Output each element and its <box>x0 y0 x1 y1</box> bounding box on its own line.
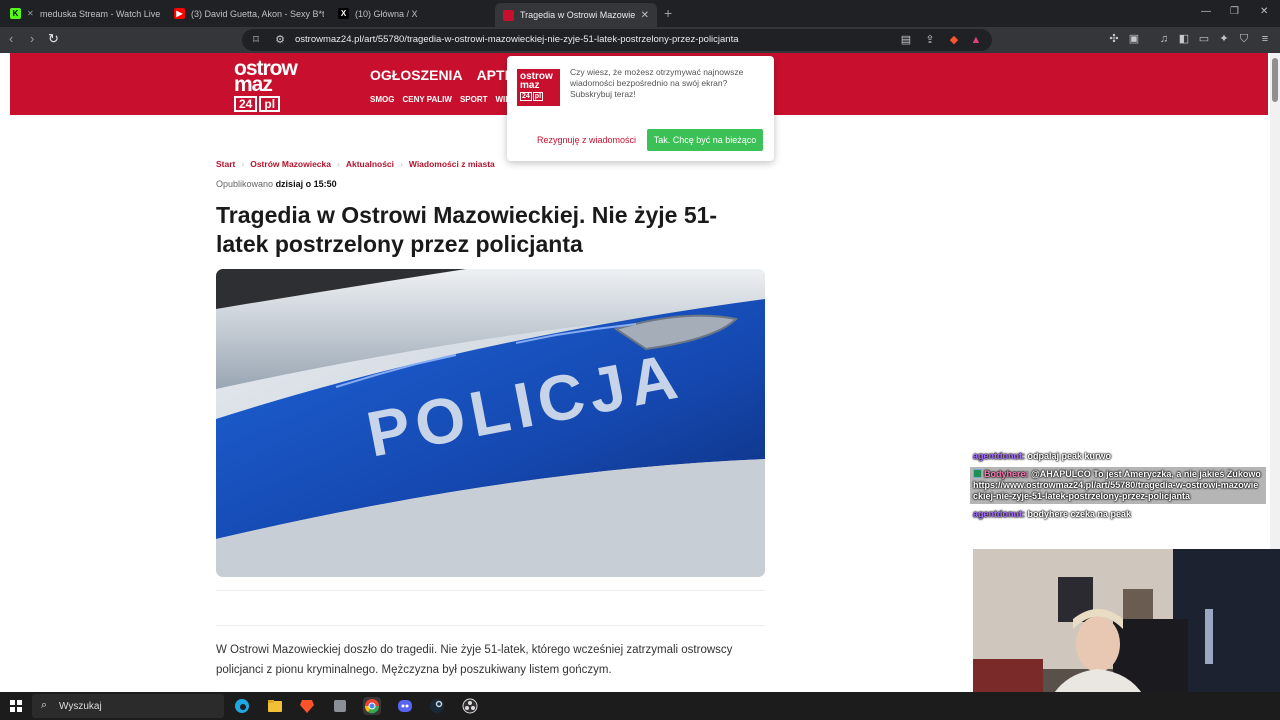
close-tab-icon[interactable]: ✕ <box>641 10 649 21</box>
reload-icon[interactable]: ↻ <box>48 32 59 46</box>
youtube-favicon-icon: ▶ <box>174 8 185 19</box>
brave-rewards-icon[interactable]: ▲ <box>970 34 982 46</box>
push-notification-popup: ostrow maz 24 pl Czy wiesz, że możesz ot… <box>507 56 774 161</box>
restore-icon[interactable]: ❐ <box>1230 6 1239 17</box>
subnav-item-sport[interactable]: SPORT <box>460 95 488 104</box>
tab-title: (10) Główna / X <box>355 8 418 19</box>
kick-favicon-icon: K <box>10 8 21 19</box>
tab-kick-stream[interactable]: K ✕ meduska Stream - Watch Live or <box>10 3 160 24</box>
menu-icon[interactable]: ≡ <box>1259 33 1271 45</box>
subnav-item-ceny-paliw[interactable]: CENY PALIW <box>402 95 451 104</box>
subscriber-badge-icon <box>973 469 982 478</box>
popup-logo-box-pl: pl <box>532 92 544 101</box>
leo-ai-icon[interactable]: ✦ <box>1218 33 1230 45</box>
taskbar-search[interactable]: ⌕ Wyszukaj <box>32 694 224 718</box>
brave-shields-icon[interactable]: ◆ <box>948 34 960 46</box>
sidebar-icon[interactable]: ◧ <box>1178 33 1190 45</box>
obs-icon[interactable] <box>461 697 479 715</box>
scrollbar-thumb[interactable] <box>1272 58 1278 102</box>
browser-toolbar: ‹ › ↻ ⌑ ⚙ ostrowmaz24.pl/art/55780/trage… <box>0 27 1280 53</box>
breadcrumb-separator: › <box>241 159 245 169</box>
breadcrumb-separator: › <box>400 159 403 169</box>
forward-icon[interactable]: › <box>30 32 34 46</box>
chat-text: bodyhere czeka na peak <box>1027 509 1132 519</box>
accept-notifications-button[interactable]: Tak. Chcę być na bieżąco <box>647 129 763 151</box>
main-nav: OGŁOSZENIA APTEK <box>370 67 524 83</box>
chat-text: odpalaj peak kurwo <box>1027 451 1112 461</box>
close-window-icon[interactable]: ✕ <box>1260 6 1268 17</box>
tab-article-active[interactable]: Tragedia w Ostrowi Mazowieckiej ✕ <box>495 3 657 27</box>
chat-message-highlighted: Bodyhere: @AHAPULCO To jest Ameryczka, a… <box>970 467 1266 504</box>
popup-message: Czy wiesz, że możesz otrzymywać najnowsz… <box>570 67 744 99</box>
file-explorer-icon[interactable] <box>266 697 284 715</box>
bookmark-icon[interactable]: ⌑ <box>250 34 262 46</box>
tab-youtube[interactable]: ▶ (3) David Guetta, Akon - Sexy B*tch / <box>174 3 324 24</box>
stream-chat-overlay: agentdonut: odpalaj peak kurwo Bodyhere:… <box>970 449 1270 522</box>
media-icon[interactable]: ♫ <box>1158 33 1170 45</box>
chat-username: agentdonut: <box>973 509 1025 519</box>
sub-nav: SMOG CENY PALIW SPORT WIDEO <box>370 95 523 104</box>
windows-taskbar: ⌕ Wyszukaj <box>0 692 1280 720</box>
address-bar[interactable]: ⌑ ⚙ ostrowmaz24.pl/art/55780/tragedia-w-… <box>242 29 992 51</box>
reader-mode-icon[interactable]: ▤ <box>900 34 912 46</box>
extensions-icon[interactable]: ✣ <box>1108 33 1120 45</box>
search-placeholder: Wyszukaj <box>59 701 102 712</box>
minimize-icon[interactable]: — <box>1201 6 1211 17</box>
logo-box-24: 24 <box>234 96 258 112</box>
tab-title: (3) David Guetta, Akon - Sexy B*tch / <box>191 8 324 19</box>
edge-icon[interactable] <box>233 697 251 715</box>
decline-notifications-button[interactable]: Rezygnuję z wiadomości <box>537 135 636 145</box>
chat-message: agentdonut: odpalaj peak kurwo <box>970 449 1270 464</box>
chat-username: Bodyhere: <box>984 469 1029 479</box>
breadcrumb: Start › Ostrów Mazowiecka › Aktualności … <box>216 159 495 169</box>
search-icon: ⌕ <box>41 699 48 711</box>
subnav-item-smog[interactable]: SMOG <box>370 95 394 104</box>
site-info-icon[interactable]: ⚙ <box>274 34 286 46</box>
breadcrumb-ostrow[interactable]: Ostrów Mazowiecka <box>250 159 331 169</box>
tab-x[interactable]: X (10) Główna / X <box>338 3 488 24</box>
publish-label: Opublikowano <box>216 179 274 189</box>
wallet-icon[interactable]: ▭ <box>1198 33 1210 45</box>
popup-logo: ostrow maz 24 pl <box>517 69 560 106</box>
steam-icon[interactable] <box>428 697 446 715</box>
site-logo[interactable]: ostrow maz 24 pl <box>234 58 300 112</box>
chat-username: agentdonut: <box>973 451 1025 461</box>
divider <box>216 625 765 626</box>
publish-value: dzisiaj o 15:50 <box>275 179 337 189</box>
tab-title: Tragedia w Ostrowi Mazowieckiej <box>520 10 635 20</box>
breadcrumb-separator: › <box>337 159 340 169</box>
back-icon[interactable]: ‹ <box>9 32 13 46</box>
popup-logo-box-24: 24 <box>520 92 532 101</box>
nav-item-ogloszenia[interactable]: OGŁOSZENIA <box>370 67 463 83</box>
share-icon[interactable]: ⇪ <box>924 34 936 46</box>
logo-box-pl: pl <box>259 96 281 112</box>
breadcrumb-wiadomosci[interactable]: Wiadomości z miasta <box>409 159 495 169</box>
publish-date: Opublikowano dzisiaj o 15:50 <box>216 179 337 189</box>
windows-start-icon[interactable] <box>10 700 22 712</box>
muted-speaker-icon[interactable]: ✕ <box>27 9 35 18</box>
divider <box>216 590 765 591</box>
article-lead: W Ostrowi Mazowieckiej doszło do tragedi… <box>216 644 733 676</box>
url-text[interactable]: ostrowmaz24.pl/art/55780/tragedia-w-ostr… <box>295 34 739 45</box>
popup-logo-boxes: 24 pl <box>520 92 557 101</box>
chat-message: agentdonut: bodyhere czeka na peak <box>970 507 1270 522</box>
discord-icon[interactable] <box>396 697 414 715</box>
app-icon[interactable] <box>331 697 349 715</box>
popup-logo-line-2: maz <box>520 80 540 91</box>
x-favicon-icon: X <box>338 8 349 19</box>
article-hero-image: POLICJA <box>216 269 765 577</box>
breadcrumb-aktualnosci[interactable]: Aktualności <box>346 159 394 169</box>
article-title: Tragedia w Ostrowi Mazowieckiej. Nie żyj… <box>216 202 718 257</box>
logo-boxes: 24 pl <box>234 96 300 112</box>
screenshot-icon[interactable]: ▣ <box>1128 33 1140 45</box>
ostrowmaz-favicon-icon <box>503 9 514 21</box>
chrome-icon[interactable] <box>363 697 381 715</box>
browser-tab-strip: K ✕ meduska Stream - Watch Live or ▶ (3)… <box>0 0 1280 27</box>
new-tab-button[interactable]: + <box>664 5 672 21</box>
breadcrumb-start[interactable]: Start <box>216 159 235 169</box>
vpn-icon[interactable]: ⛉ <box>1238 33 1250 45</box>
brave-icon[interactable] <box>298 697 316 715</box>
tab-title: meduska Stream - Watch Live or <box>40 8 160 19</box>
